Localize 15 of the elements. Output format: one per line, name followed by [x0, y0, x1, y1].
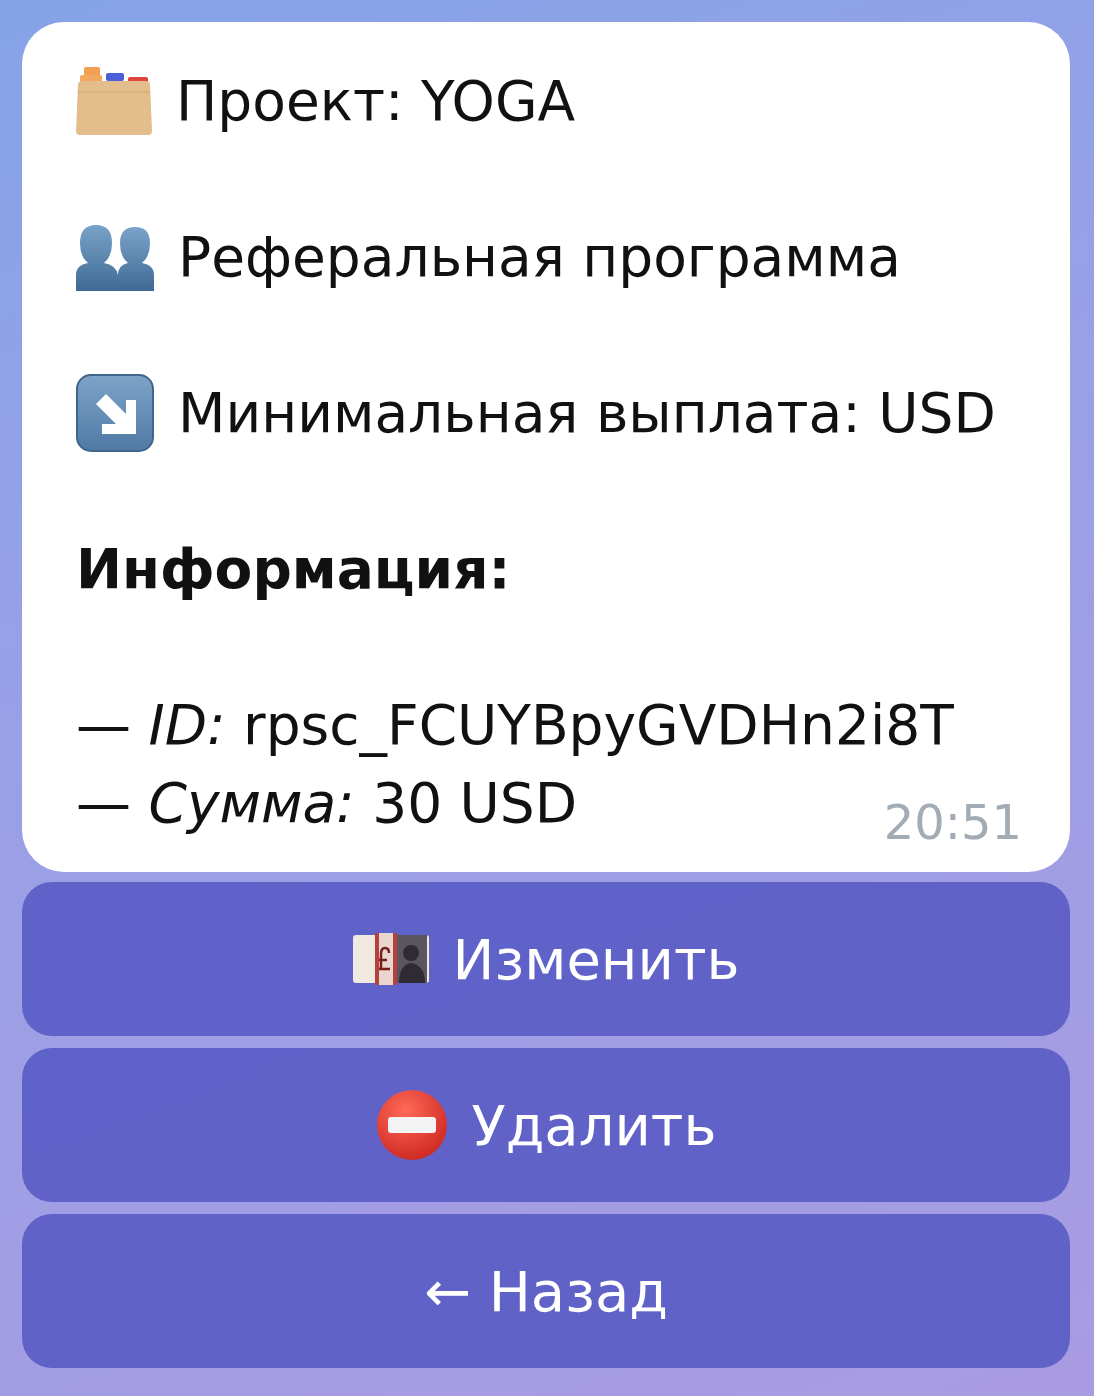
- detail-line: — Сумма: 30 USD: [76, 770, 578, 837]
- arrow-down-right-icon: [76, 374, 154, 452]
- message-text: Проект: YOGA: [176, 68, 576, 135]
- section-heading: Информация:: [76, 536, 511, 603]
- no-entry-icon: [375, 1089, 448, 1161]
- card-box-icon: [76, 67, 152, 135]
- detail-line: — ID: rpsc_FCUYBpyGVDHn2i8T: [76, 692, 954, 759]
- banknote-icon: [352, 933, 429, 985]
- back-button[interactable]: ← Назад: [22, 1214, 1070, 1368]
- message-text: Минимальная выплата: USD: [178, 380, 996, 447]
- message-text: Реферальная программа: [178, 224, 901, 291]
- delete-button[interactable]: Удалить: [22, 1048, 1070, 1202]
- edit-button[interactable]: Изменить: [22, 882, 1070, 1036]
- message-time: 20:51: [883, 794, 1022, 850]
- people-icon: [76, 223, 154, 291]
